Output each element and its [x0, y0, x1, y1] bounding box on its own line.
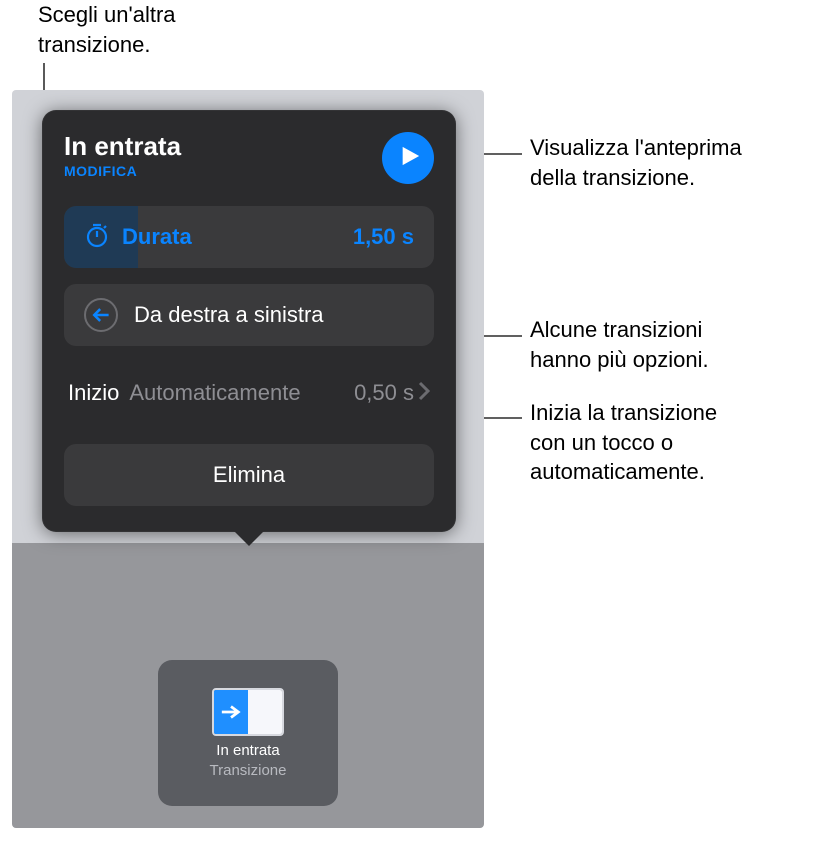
transition-thumbnail[interactable]: In entrata Transizione: [158, 660, 338, 806]
transition-thumb-icon: [212, 688, 284, 736]
duration-label: Durata: [122, 224, 192, 250]
start-row[interactable]: Inizio Automaticamente 0,50 s: [64, 362, 434, 424]
timer-icon: [84, 222, 110, 253]
play-icon: [395, 143, 421, 174]
start-delay: 0,50 s: [354, 380, 414, 406]
popup-pointer: [233, 530, 265, 546]
arrow-left-icon: [84, 298, 118, 332]
duration-value: 1,50 s: [353, 224, 414, 250]
start-label: Inizio: [68, 380, 119, 406]
thumb-subtitle: Transizione: [210, 762, 287, 779]
transition-popup: In entrata MODIFICA Durata 1,50: [42, 110, 456, 532]
thumb-title: In entrata: [216, 742, 279, 759]
direction-label: Da destra a sinistra: [134, 302, 324, 328]
modify-link[interactable]: MODIFICA: [64, 163, 181, 179]
popup-title: In entrata: [64, 132, 181, 161]
duration-slider[interactable]: Durata 1,50 s: [64, 206, 434, 268]
chevron-right-icon: [418, 381, 430, 406]
delete-button[interactable]: Elimina: [64, 444, 434, 506]
direction-button[interactable]: Da destra a sinistra: [64, 284, 434, 346]
start-mode: Automaticamente: [129, 380, 346, 406]
device-area: In entrata MODIFICA Durata 1,50: [12, 90, 484, 828]
preview-button[interactable]: [382, 132, 434, 184]
